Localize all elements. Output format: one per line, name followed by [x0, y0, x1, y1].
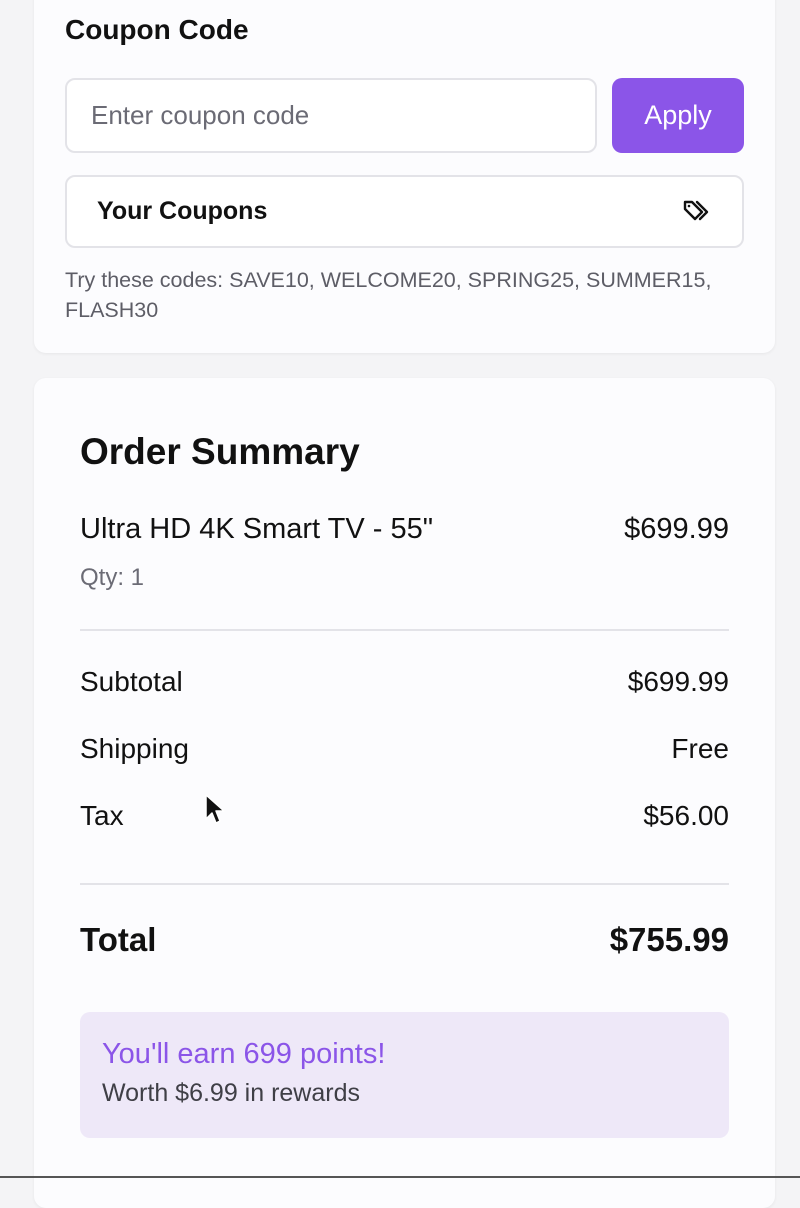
tax-label: Tax — [80, 800, 124, 831]
rewards-points-text: You'll earn 699 points! — [102, 1038, 386, 1070]
tax-value: $56.00 — [643, 800, 729, 831]
mouse-cursor-icon — [205, 794, 225, 824]
your-coupons-button[interactable]: Your Coupons — [65, 175, 744, 248]
order-summary-card: Order Summary Ultra HD 4K Smart TV - 55"… — [34, 378, 775, 1208]
coupon-card: Coupon Code Apply Your Coupons Try these… — [34, 0, 775, 353]
order-summary-title: Order Summary — [80, 431, 360, 472]
subtotal-row: Subtotal $699.99 — [80, 666, 729, 698]
shipping-label: Shipping — [80, 733, 189, 764]
total-row: Total $755.99 — [80, 921, 729, 959]
rewards-banner: You'll earn 699 points! Worth $6.99 in r… — [80, 1012, 729, 1138]
apply-button[interactable]: Apply — [612, 78, 744, 153]
item-price: $699.99 — [624, 513, 729, 545]
subtotal-label: Subtotal — [80, 666, 183, 697]
rewards-worth-text: Worth $6.99 in rewards — [102, 1079, 360, 1107]
total-value: $755.99 — [609, 921, 729, 958]
coupon-title: Coupon Code — [65, 14, 249, 45]
item-quantity: Qty: 1 — [80, 564, 145, 591]
shipping-row: Shipping Free — [80, 733, 729, 765]
coupon-code-input[interactable] — [65, 78, 597, 153]
tax-row: Tax $56.00 — [80, 800, 729, 832]
line-item-row: Ultra HD 4K Smart TV - 55" $699.99 — [80, 513, 729, 546]
subtotal-value: $699.99 — [627, 666, 729, 697]
your-coupons-label: Your Coupons — [97, 197, 268, 225]
tags-icon — [683, 200, 709, 220]
shipping-value: Free — [671, 733, 729, 764]
total-label: Total — [80, 921, 157, 958]
item-name: Ultra HD 4K Smart TV - 55" — [80, 513, 434, 545]
divider — [80, 629, 729, 631]
coupon-hint-text: Try these codes: SAVE10, WELCOME20, SPRI… — [65, 268, 712, 322]
divider — [80, 883, 729, 885]
